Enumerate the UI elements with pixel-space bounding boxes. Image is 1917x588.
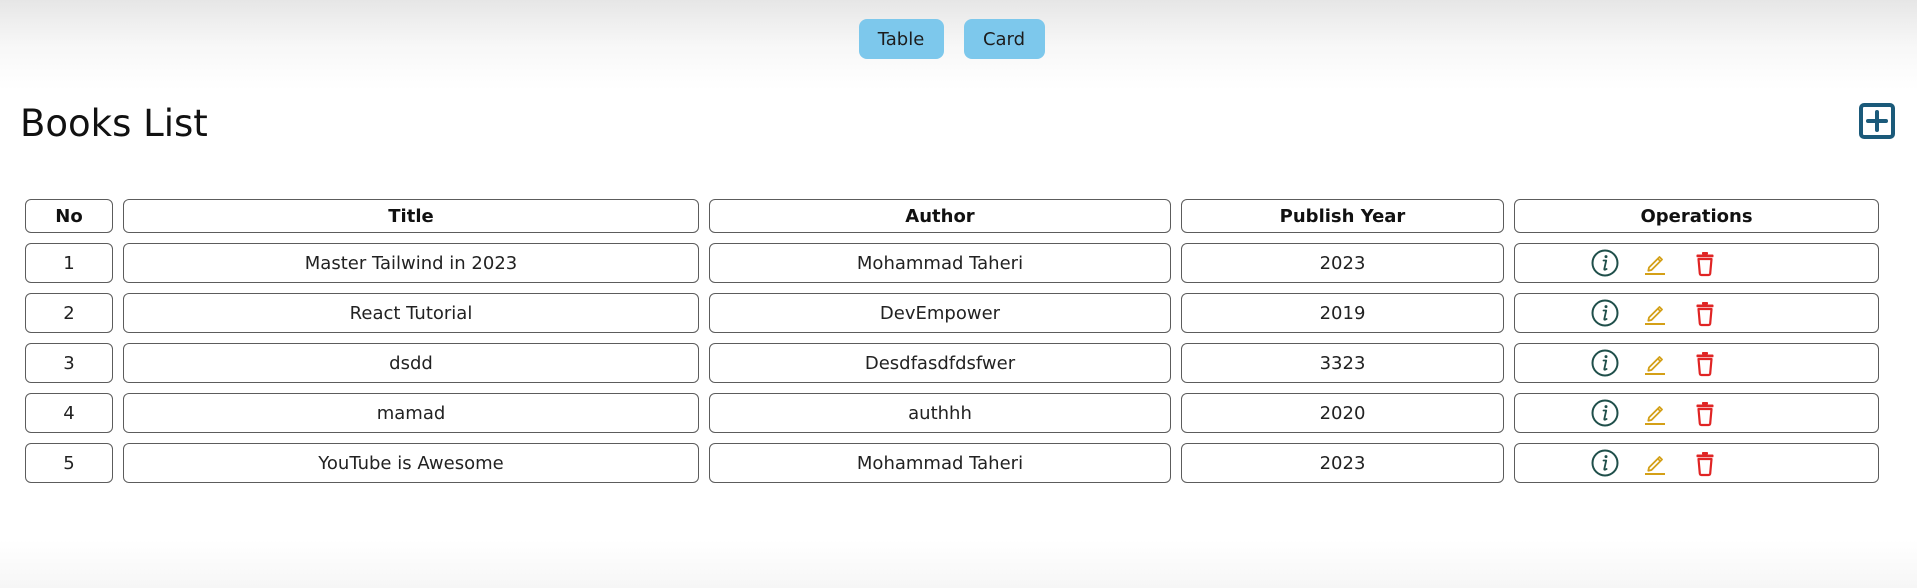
cell-operations (1514, 443, 1879, 483)
cell-author: DevEmpower (709, 293, 1171, 333)
table-row: 1 Master Tailwind in 2023 Mohammad Taher… (25, 243, 1879, 283)
cell-publish-year: 2019 (1181, 293, 1504, 333)
table-row: 3 dsdd Desdfasdfdsfwer 3323 (25, 343, 1879, 383)
table-row: 2 React Tutorial DevEmpower 2019 (25, 293, 1879, 333)
delete-icon[interactable] (1689, 397, 1721, 429)
plus-square-icon (1859, 103, 1895, 139)
table-body: 1 Master Tailwind in 2023 Mohammad Taher… (25, 243, 1879, 483)
cell-no: 1 (25, 243, 113, 283)
edit-icon[interactable] (1639, 347, 1671, 379)
cell-no: 5 (25, 443, 113, 483)
column-header-author: Author (709, 199, 1171, 233)
info-icon[interactable] (1589, 397, 1621, 429)
cell-author: Desdfasdfdsfwer (709, 343, 1171, 383)
edit-icon[interactable] (1639, 397, 1671, 429)
view-toggle: Table Card (0, 19, 1910, 59)
cell-operations (1514, 293, 1879, 333)
delete-icon[interactable] (1689, 447, 1721, 479)
delete-icon[interactable] (1689, 297, 1721, 329)
delete-icon[interactable] (1689, 347, 1721, 379)
edit-icon[interactable] (1639, 297, 1671, 329)
operations-group (1473, 247, 1836, 279)
cell-title: dsdd (123, 343, 699, 383)
cell-author: Mohammad Taheri (709, 443, 1171, 483)
cell-title: Master Tailwind in 2023 (123, 243, 699, 283)
cell-no: 2 (25, 293, 113, 333)
cell-publish-year: 3323 (1181, 343, 1504, 383)
cell-author: Mohammad Taheri (709, 243, 1171, 283)
table-row: 4 mamad authhh 2020 (25, 393, 1879, 433)
cell-no: 4 (25, 393, 113, 433)
cell-author: authhh (709, 393, 1171, 433)
column-header-publish-year: Publish Year (1181, 199, 1504, 233)
cell-operations (1514, 243, 1879, 283)
cell-operations (1514, 343, 1879, 383)
table-header-row: No Title Author Publish Year Operations (25, 199, 1879, 233)
cell-title: mamad (123, 393, 699, 433)
table-row: 5 YouTube is Awesome Mohammad Taheri 202… (25, 443, 1879, 483)
cell-publish-year: 2023 (1181, 443, 1504, 483)
column-header-no: No (25, 199, 113, 233)
add-book-button[interactable] (1858, 102, 1896, 140)
info-icon[interactable] (1589, 347, 1621, 379)
table-view-button[interactable]: Table (858, 19, 944, 59)
page-title: Books List (20, 102, 208, 145)
books-table: No Title Author Publish Year Operations … (15, 189, 1889, 493)
cell-publish-year: 2023 (1181, 243, 1504, 283)
operations-group (1473, 447, 1836, 479)
column-header-operations: Operations (1514, 199, 1879, 233)
info-icon[interactable] (1589, 247, 1621, 279)
column-header-title: Title (123, 199, 699, 233)
operations-group (1473, 397, 1836, 429)
info-icon[interactable] (1589, 297, 1621, 329)
info-icon[interactable] (1589, 447, 1621, 479)
cell-no: 3 (25, 343, 113, 383)
delete-icon[interactable] (1689, 247, 1721, 279)
operations-group (1473, 297, 1836, 329)
edit-icon[interactable] (1639, 247, 1671, 279)
cell-operations (1514, 393, 1879, 433)
edit-icon[interactable] (1639, 447, 1671, 479)
operations-group (1473, 347, 1836, 379)
card-view-button[interactable]: Card (963, 19, 1045, 59)
cell-title: YouTube is Awesome (123, 443, 699, 483)
cell-publish-year: 2020 (1181, 393, 1504, 433)
cell-title: React Tutorial (123, 293, 699, 333)
